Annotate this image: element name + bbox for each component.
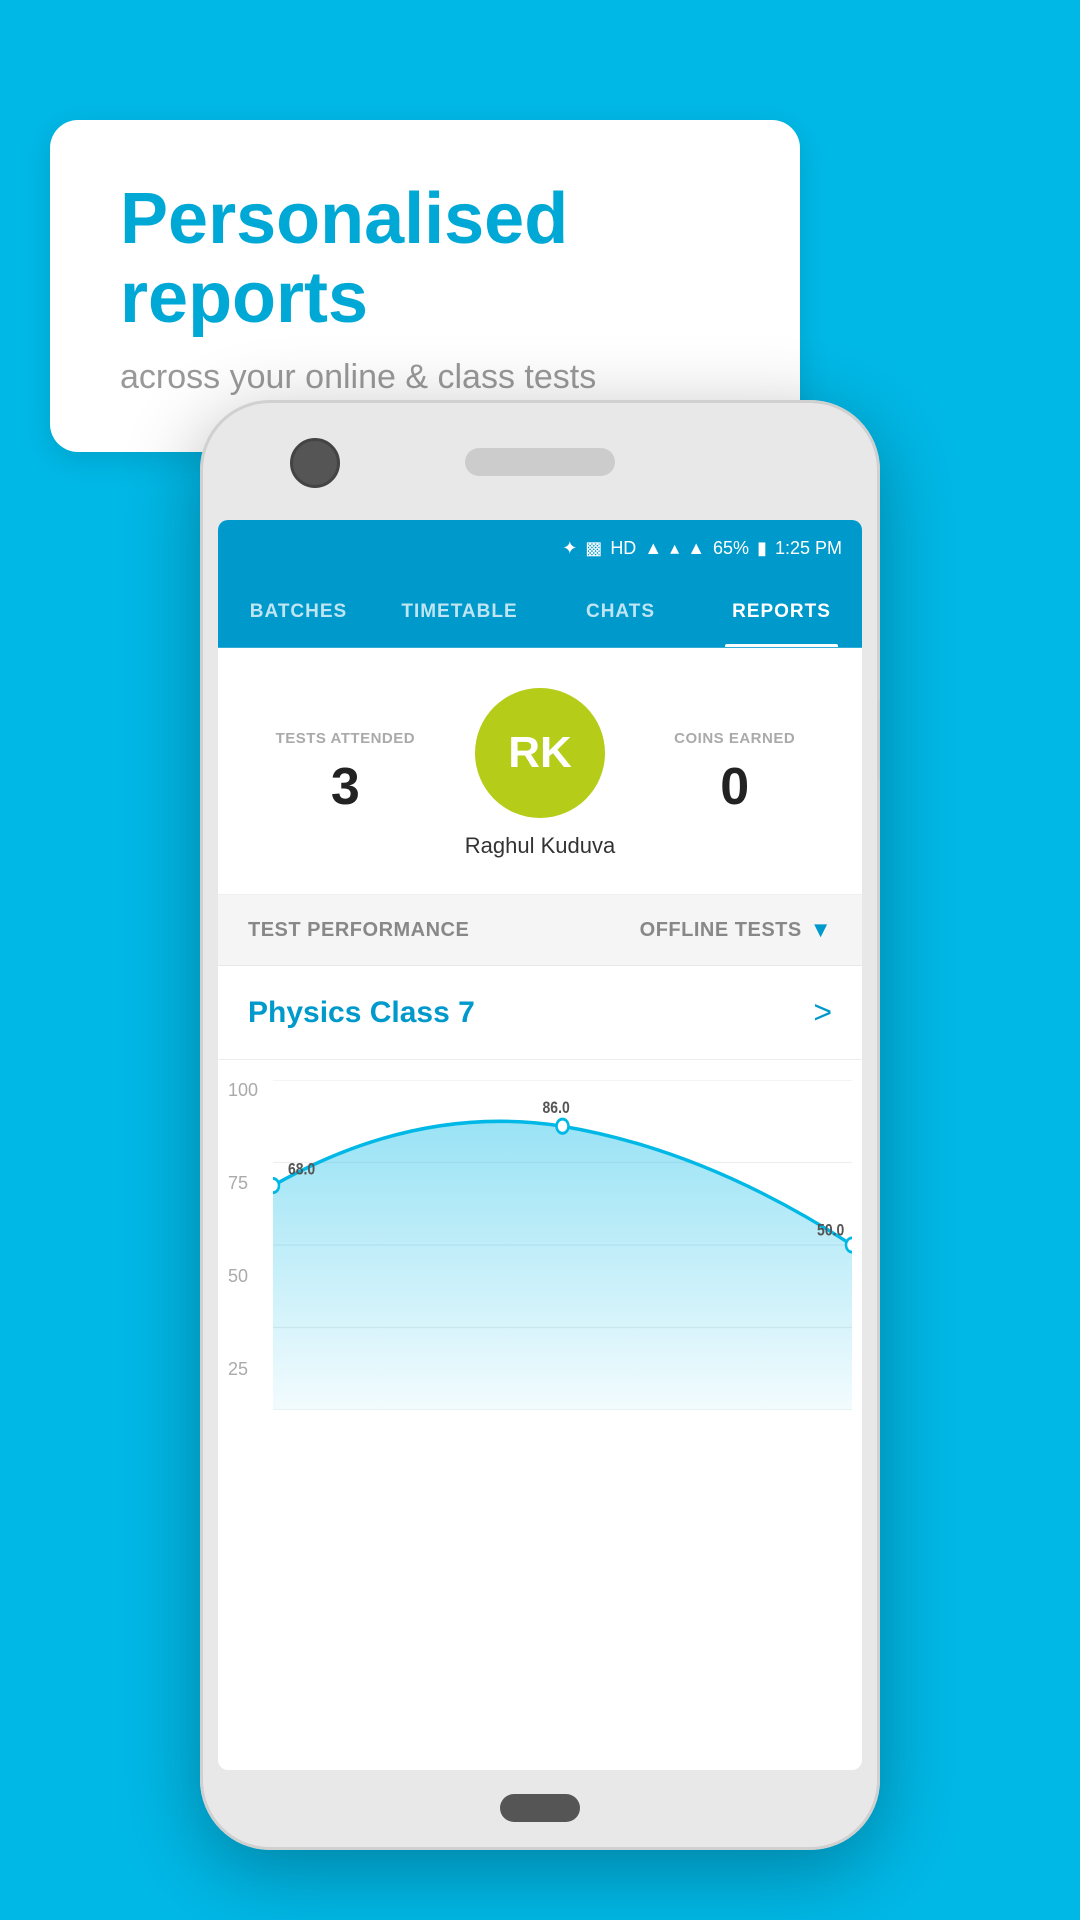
side-button-right xyxy=(878,700,880,780)
tests-attended-value: 3 xyxy=(248,757,443,817)
battery-icon: ▮ xyxy=(757,538,767,559)
class-row[interactable]: Physics Class 7 > xyxy=(218,966,862,1060)
data-point-0 xyxy=(273,1179,279,1193)
profile-section: TESTS ATTENDED 3 RK Raghul Kuduva COINS … xyxy=(218,648,862,895)
tests-attended-label: TESTS ATTENDED xyxy=(248,730,443,747)
line-chart: 68.0 86.0 50.0 xyxy=(273,1080,852,1410)
class-name: Physics Class 7 xyxy=(248,996,475,1030)
tab-batches[interactable]: BATCHES xyxy=(218,576,379,647)
hd-label: HD xyxy=(610,538,636,559)
performance-header: TEST PERFORMANCE OFFLINE TESTS ▼ xyxy=(218,895,862,966)
phone-screen: ✦ ▩ HD ▲ ▴ ▲ 65% ▮ 1:25 PM BATCHES TIMET… xyxy=(218,520,862,1770)
phone-home-button xyxy=(500,1794,580,1822)
coins-earned-value: 0 xyxy=(637,757,832,817)
data-point-2 xyxy=(846,1238,852,1252)
avatar: RK xyxy=(475,688,605,818)
phone-mockup: ✦ ▩ HD ▲ ▴ ▲ 65% ▮ 1:25 PM BATCHES TIMET… xyxy=(200,400,880,1850)
chevron-down-icon: ▼ xyxy=(810,917,832,943)
network-icon: ▲ xyxy=(687,538,705,559)
data-point-1 xyxy=(557,1119,569,1133)
y-label-100: 100 xyxy=(228,1080,258,1101)
chart-area: 100 75 50 25 xyxy=(218,1060,862,1440)
tests-attended-block: TESTS ATTENDED 3 xyxy=(248,730,443,817)
label-0: 68.0 xyxy=(288,1160,315,1178)
coins-earned-block: COINS EARNED 0 xyxy=(637,730,832,817)
phone-speaker xyxy=(465,448,615,476)
wifi-icon: ▴ xyxy=(670,538,679,559)
status-bar: ✦ ▩ HD ▲ ▴ ▲ 65% ▮ 1:25 PM xyxy=(218,520,862,576)
avatar-container: RK Raghul Kuduva xyxy=(443,688,638,859)
chart-y-labels: 100 75 50 25 xyxy=(228,1080,258,1380)
tab-reports[interactable]: REPORTS xyxy=(701,576,862,647)
bluetooth-icon: ✦ xyxy=(562,538,577,559)
avatar-name: Raghul Kuduva xyxy=(465,833,615,859)
offline-tests-filter[interactable]: OFFLINE TESTS ▼ xyxy=(640,917,832,943)
chart-svg-container: 68.0 86.0 50.0 xyxy=(273,1080,852,1410)
tooltip-subtitle: across your online & class tests xyxy=(120,358,730,397)
performance-label: TEST PERFORMANCE xyxy=(248,919,469,942)
signal-icon: ▲ xyxy=(644,538,662,559)
battery-percent: 65% xyxy=(713,538,749,559)
label-2: 50.0 xyxy=(817,1222,844,1240)
phone-camera xyxy=(290,438,340,488)
phone-outer: ✦ ▩ HD ▲ ▴ ▲ 65% ▮ 1:25 PM BATCHES TIMET… xyxy=(200,400,880,1850)
tab-chats[interactable]: CHATS xyxy=(540,576,701,647)
y-label-50: 50 xyxy=(228,1266,258,1287)
vibrate-icon: ▩ xyxy=(585,538,602,559)
label-1: 86.0 xyxy=(543,1099,570,1117)
tab-timetable[interactable]: TIMETABLE xyxy=(379,576,540,647)
y-label-25: 25 xyxy=(228,1359,258,1380)
coins-earned-label: COINS EARNED xyxy=(637,730,832,747)
tooltip-title: Personalised reports xyxy=(120,180,730,338)
y-label-75: 75 xyxy=(228,1173,258,1194)
time-display: 1:25 PM xyxy=(775,538,842,559)
nav-tabs: BATCHES TIMETABLE CHATS REPORTS xyxy=(218,576,862,648)
chevron-right-icon: > xyxy=(813,994,832,1031)
